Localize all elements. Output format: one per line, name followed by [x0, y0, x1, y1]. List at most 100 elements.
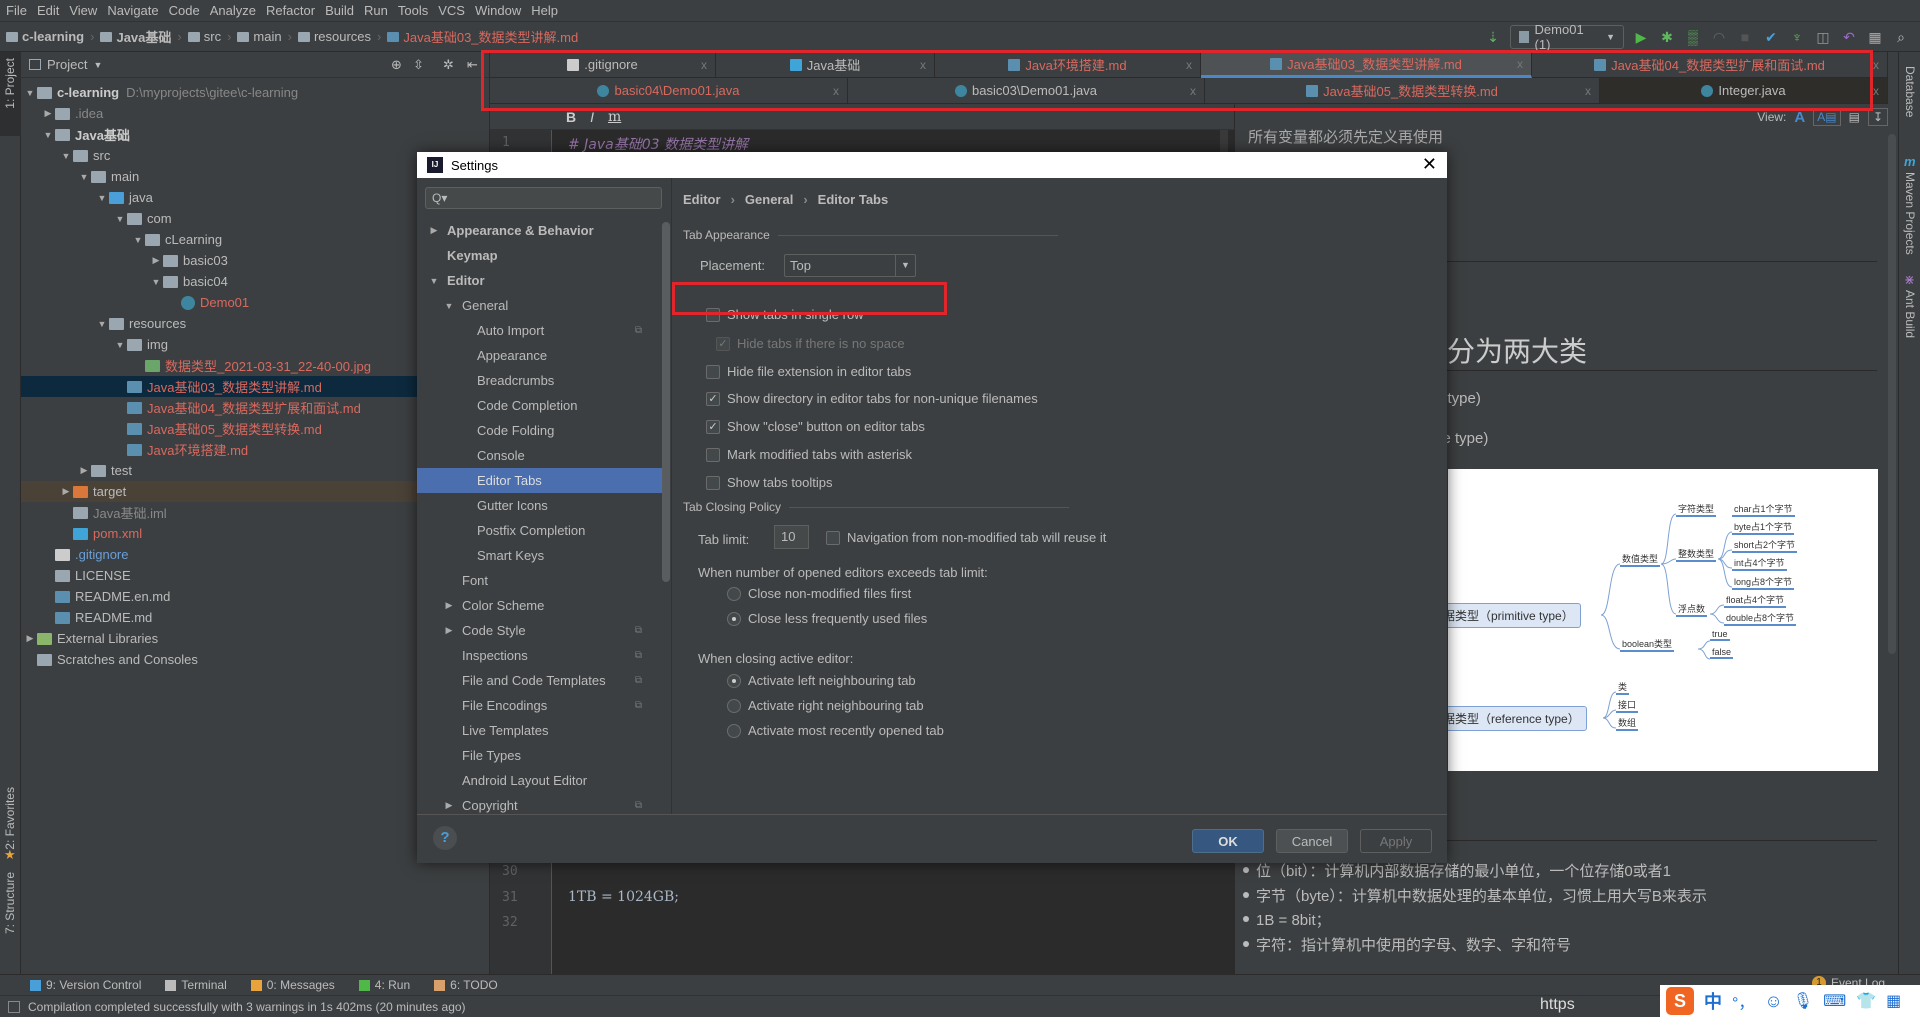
tab-limit-input[interactable]: 10 — [774, 525, 809, 549]
settings-nav-scrollbar[interactable] — [662, 222, 670, 582]
run-configuration-select[interactable]: Demo01 (1) ▼ — [1510, 22, 1624, 52]
menu-navigate[interactable]: Navigate — [107, 3, 158, 18]
expand-arrow-icon[interactable]: ▼ — [113, 340, 127, 350]
skin-icon[interactable]: 👕 — [1856, 991, 1876, 1011]
chevron-down-icon[interactable]: ▼ — [93, 60, 102, 70]
apply-button[interactable]: Apply — [1360, 829, 1432, 853]
search-icon[interactable]: ⌕ — [1892, 28, 1910, 46]
tool-window-button[interactable]: 6: TODO — [434, 978, 498, 992]
project-tool-button[interactable]: 1: Project — [3, 58, 17, 109]
settings-nav-item[interactable]: ▶ Color Scheme — [417, 593, 662, 618]
settings-search-input[interactable]: Q▾ — [425, 187, 662, 209]
close-tab-icon[interactable]: x — [1873, 58, 1879, 72]
tool-window-button[interactable]: 9: Version Control — [30, 978, 141, 992]
option-radio[interactable]: Activate most recently opened tab — [727, 723, 944, 738]
expand-arrow-icon[interactable]: ▼ — [59, 151, 73, 161]
settings-nav-item[interactable]: ▶ Appearance & Behavior — [417, 218, 662, 243]
expand-arrow-icon[interactable]: ▼ — [113, 214, 127, 224]
collapse-all-icon[interactable]: ⇳ — [413, 57, 424, 73]
placement-select[interactable]: Top ▼ — [784, 254, 916, 277]
locate-icon[interactable]: ⊕ — [391, 57, 402, 73]
settings-nav-item[interactable]: Inspections ⧉ — [417, 643, 662, 668]
breadcrumb-item[interactable]: c-learning › — [6, 27, 94, 46]
settings-nav-item[interactable]: ▶ Code Style ⧉ — [417, 618, 662, 643]
project-view-select[interactable]: Project — [47, 57, 87, 72]
option-radio[interactable]: Close non-modified files first — [727, 586, 911, 601]
expand-arrow-icon[interactable]: ▼ — [77, 172, 91, 182]
option-checkbox[interactable]: Hide file extension in editor tabs — [706, 364, 911, 379]
project-structure-icon[interactable]: ▦ — [1866, 28, 1884, 46]
expand-arrow-icon[interactable]: ▶ — [149, 255, 163, 266]
preview-scrollbar[interactable] — [1888, 134, 1896, 654]
option-checkbox[interactable]: ✓ Show "close" button on editor tabs — [706, 419, 925, 434]
option-radio[interactable]: Close less frequently used files — [727, 611, 927, 626]
cancel-button[interactable]: Cancel — [1276, 829, 1348, 853]
menu-analyze[interactable]: Analyze — [210, 3, 256, 18]
option-checkbox[interactable]: Mark modified tabs with asterisk — [706, 447, 912, 462]
settings-nav-item[interactable]: File Encodings ⧉ — [417, 693, 662, 718]
option-checkbox[interactable]: ✓ Show directory in editor tabs for non-u… — [706, 391, 1038, 406]
option-checkbox[interactable]: ✓ Hide tabs if there is no space — [716, 336, 905, 351]
settings-nav-item[interactable]: Smart Keys — [417, 543, 662, 568]
tree-item[interactable]: ▶ .idea — [21, 103, 489, 124]
structure-tool-button[interactable]: 7: Structure — [3, 872, 17, 934]
preview-only-icon[interactable]: ▤ — [1849, 110, 1860, 124]
revert-icon[interactable]: ↶ — [1840, 28, 1858, 46]
vcs-commit-icon[interactable]: ♆ — [1788, 28, 1806, 46]
settings-nav-item[interactable]: Code Folding — [417, 418, 662, 443]
build-icon[interactable]: ⇣ — [1484, 28, 1502, 46]
expand-arrow-icon[interactable]: ▼ — [149, 277, 163, 287]
menu-file[interactable]: File — [6, 3, 27, 18]
emoji-icon[interactable]: ☺ — [1764, 991, 1782, 1012]
settings-nav-item[interactable]: ▼ General — [417, 293, 662, 318]
hide-panel-icon[interactable]: ⇤ — [467, 57, 478, 73]
keyboard-icon[interactable]: ⌨ — [1823, 991, 1846, 1011]
ime-punctuation-toggle[interactable]: °， — [1732, 989, 1754, 1013]
settings-nav-item[interactable]: ▼ Editor — [417, 268, 662, 293]
settings-nav-item[interactable]: Breadcrumbs — [417, 368, 662, 393]
settings-nav-item[interactable]: Live Templates — [417, 718, 662, 743]
status-toggle-icon[interactable] — [8, 1000, 20, 1013]
expand-arrow-icon[interactable]: ▶ — [23, 633, 37, 644]
settings-nav-item[interactable]: Android Layout Editor — [417, 768, 662, 793]
option-radio[interactable]: Activate left neighbouring tab — [727, 673, 916, 688]
expand-arrow-icon[interactable]: ▶ — [77, 465, 91, 476]
run-icon[interactable]: ▶ — [1632, 28, 1650, 46]
navigation-reuse-checkbox[interactable]: Navigation from non-modified tab will re… — [826, 530, 1106, 545]
breadcrumb-item[interactable]: main › — [237, 27, 292, 46]
menu-refactor[interactable]: Refactor — [266, 3, 315, 18]
settings-nav-item[interactable]: Console — [417, 443, 662, 468]
ok-button[interactable]: OK — [1192, 829, 1264, 853]
menu-code[interactable]: Code — [169, 3, 200, 18]
tool-window-button[interactable]: 0: Messages — [250, 978, 335, 992]
expand-arrow-icon[interactable]: ▶ — [41, 108, 55, 119]
expand-arrow-icon[interactable]: ▼ — [23, 88, 37, 98]
settings-nav-item[interactable]: Auto Import ⧉ — [417, 318, 662, 343]
settings-nav-item[interactable]: Gutter Icons — [417, 493, 662, 518]
settings-nav-item[interactable]: Code Completion — [417, 393, 662, 418]
tree-item[interactable]: ▼ c-learning D:\myprojects\gitee\c-learnin… — [21, 82, 489, 103]
coverage-icon[interactable]: ▒ — [1684, 28, 1702, 46]
debug-icon[interactable]: ✱ — [1658, 28, 1676, 46]
option-radio[interactable]: Activate right neighbouring tab — [727, 698, 924, 713]
menu-window[interactable]: Window — [475, 3, 521, 18]
menu-build[interactable]: Build — [325, 3, 354, 18]
database-tool-button[interactable]: Database — [1903, 66, 1917, 117]
stop-icon[interactable]: ■ — [1736, 28, 1754, 46]
settings-nav-item[interactable]: Appearance — [417, 343, 662, 368]
settings-nav-item[interactable]: Keymap — [417, 243, 662, 268]
expand-arrow-icon[interactable]: ▼ — [95, 319, 109, 329]
ant-build-tool-button[interactable]: Ant Build — [1903, 290, 1917, 338]
menu-view[interactable]: View — [69, 3, 97, 18]
tree-item[interactable]: ▼ Java基础 — [21, 124, 489, 145]
microphone-icon[interactable]: 🎙 — [1793, 991, 1813, 1011]
toolbox-icon[interactable]: ▦ — [1886, 991, 1901, 1011]
tool-window-button[interactable]: Terminal — [165, 978, 227, 992]
expand-arrow-icon[interactable]: ▶ — [59, 486, 73, 497]
breadcrumb-item[interactable]: src › — [187, 27, 231, 46]
expand-arrow-icon[interactable]: ▼ — [95, 193, 109, 203]
breadcrumb-item[interactable]: Java基础 › — [100, 27, 182, 46]
breadcrumb-item[interactable]: Java基础03_数据类型讲解.md — [387, 27, 578, 46]
settings-nav-item[interactable]: File Types — [417, 743, 662, 768]
expand-arrow-icon[interactable]: ▼ — [41, 130, 55, 140]
